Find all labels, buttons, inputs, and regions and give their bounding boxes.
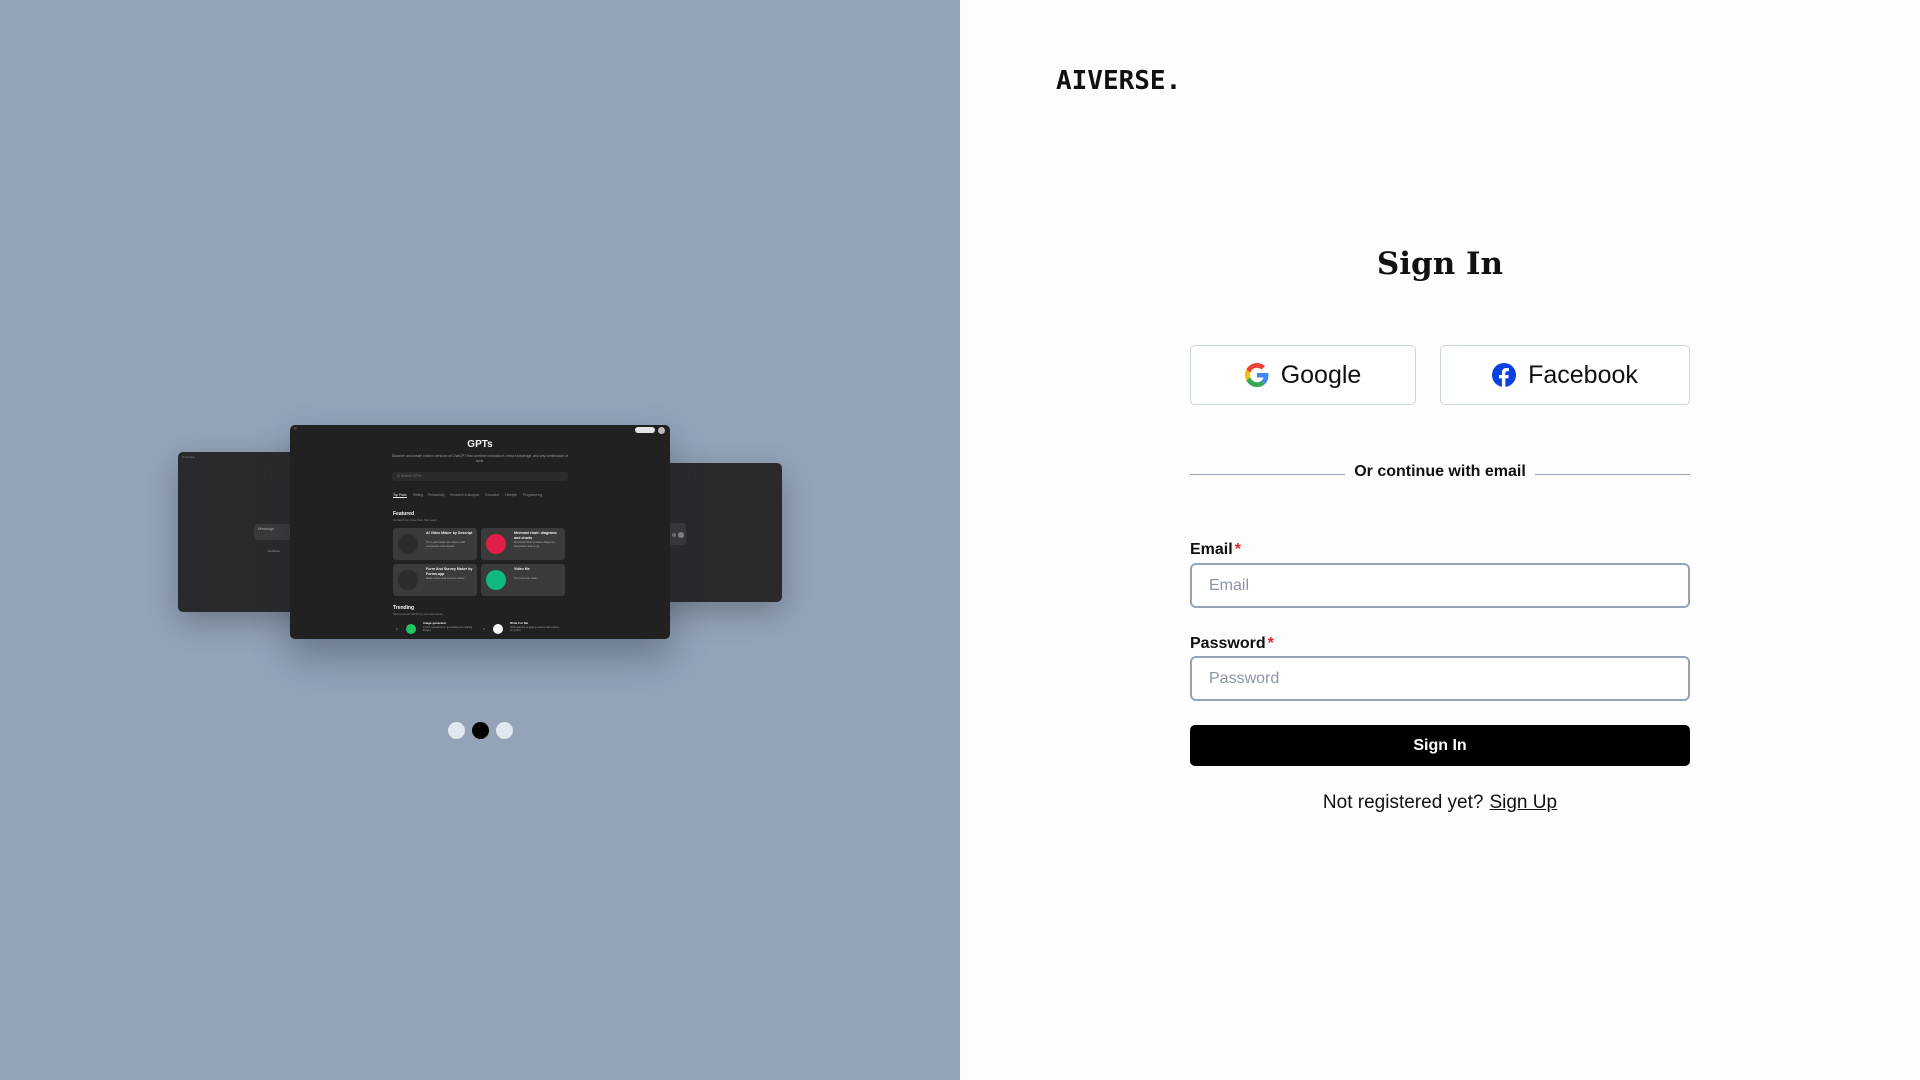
trending-title: image generator <box>423 621 447 625</box>
slide-tab: Writing <box>413 493 423 497</box>
trending-item: 1 image generator A GPT specialized in g… <box>396 620 476 638</box>
featured-subheading: Curated top picks from this week <box>393 518 437 522</box>
slide-tab: Education <box>485 493 500 497</box>
divider-line <box>1535 474 1690 475</box>
trending-subheading: Most popular GPTs by our community <box>393 612 444 616</box>
gpt-card: Form And Survey Maker by Forms.app Make … <box>393 564 477 596</box>
carousel-dot-2[interactable] <box>472 722 489 739</box>
trending-desc: Write tailored, engaging content with a … <box>510 626 560 633</box>
gpt-card: AI Video Maker by Descript Turn your ide… <box>393 528 477 560</box>
slide-dot-icon <box>672 533 676 537</box>
divider-line <box>1190 474 1345 475</box>
carousel-dot-1[interactable] <box>448 722 465 739</box>
slide-tab: Top Picks <box>393 493 407 498</box>
carousel-slide-active: × GPTs Discover and create custom versio… <box>290 425 670 639</box>
slide-subtitle: Discover and create custom versions of C… <box>391 454 569 463</box>
email-label-text: Email <box>1190 541 1233 558</box>
slide-title: GPTs <box>467 439 493 450</box>
showcase-panel: Overview Message Continue × GPTs Discove… <box>0 0 960 1080</box>
slide-link-text: Continue <box>268 549 281 553</box>
trending-heading: Trending <box>393 605 415 611</box>
slide-dot-icon <box>678 532 684 538</box>
gpt-card-title: AI Video Maker by Descript <box>426 531 473 535</box>
required-marker: * <box>1234 541 1241 558</box>
slide-search-preview: Q Search GPTs <box>392 472 568 481</box>
divider: Or continue with email <box>1190 463 1690 485</box>
required-marker: * <box>1267 635 1274 652</box>
gpt-avatar-icon <box>398 570 418 590</box>
gpt-card-desc: Turn text into video. <box>514 576 539 580</box>
trending-title: Write For Me <box>510 621 529 625</box>
facebook-signin-button[interactable]: Facebook <box>1440 345 1690 405</box>
gpt-card-desc: Turn your ideas into videos with voiceov… <box>426 540 466 548</box>
gpt-card: Mermaid chart: diagrams and charts Merma… <box>481 528 565 560</box>
slide-tag: Overview <box>182 455 195 459</box>
featured-heading: Featured <box>393 511 415 517</box>
gpt-avatar-icon <box>398 534 418 554</box>
email-label: Email * <box>1190 541 1241 559</box>
trending-desc: A GPT specialized in generating and refi… <box>423 626 473 633</box>
signin-submit-button[interactable]: Sign In <box>1190 725 1690 766</box>
page-title: Sign In <box>1376 246 1504 282</box>
slide-input-text: Message <box>258 526 275 531</box>
close-icon: × <box>294 426 297 432</box>
divider-text: Or continue with email <box>1354 463 1526 480</box>
slide-tabs: Top Picks Writing Productivity Research … <box>393 493 573 498</box>
register-prompt-row: Not registered yet? Sign Up <box>1190 792 1690 814</box>
slide-tab: Lifestyle <box>505 493 517 497</box>
trending-rank: 1 <box>396 627 398 631</box>
email-field[interactable] <box>1190 563 1690 608</box>
carousel-pagination <box>448 722 514 740</box>
google-signin-button[interactable]: Google <box>1190 345 1416 405</box>
facebook-icon <box>1492 363 1517 387</box>
password-label-text: Password <box>1190 635 1266 652</box>
google-label: Google <box>1280 360 1362 389</box>
auth-panel: AIVERSE. Sign In Google Facebook Or cont… <box>960 0 1920 1080</box>
password-label: Password * <box>1190 635 1274 653</box>
google-icon <box>1244 363 1269 387</box>
gpt-card: Video Me Turn text into video. <box>481 564 565 596</box>
brand-logo[interactable]: AIVERSE. <box>1056 66 1181 96</box>
mermaid-icon <box>486 534 506 554</box>
facebook-label: Facebook <box>1528 360 1638 389</box>
slide-tab: Programming <box>523 493 543 497</box>
trending-avatar-icon <box>493 624 503 634</box>
gpt-card-desc: Make forms and surveys easily. <box>426 576 465 580</box>
avatar <box>658 427 665 434</box>
toggle-switch <box>635 427 655 433</box>
gpt-card-desc: Mermaid Chart creates diagrams, flowchar… <box>514 540 556 548</box>
register-prompt-text: Not registered yet? <box>1322 792 1484 813</box>
carousel-dot-3[interactable] <box>496 722 513 739</box>
hexagon-icon <box>486 570 506 590</box>
trending-avatar-icon <box>406 624 416 634</box>
signup-link[interactable]: Sign Up <box>1489 792 1557 813</box>
gpt-card-title: Video Me <box>514 567 530 571</box>
trending-rank: 2 <box>483 627 485 631</box>
trending-item: 2 Write For Me Write tailored, engaging … <box>483 620 563 638</box>
slide-tab: Productivity <box>428 493 445 497</box>
password-field[interactable] <box>1190 656 1690 701</box>
screenshot-carousel: Overview Message Continue × GPTs Discove… <box>178 425 782 640</box>
slide-tab: Research & Analysis <box>450 493 480 497</box>
